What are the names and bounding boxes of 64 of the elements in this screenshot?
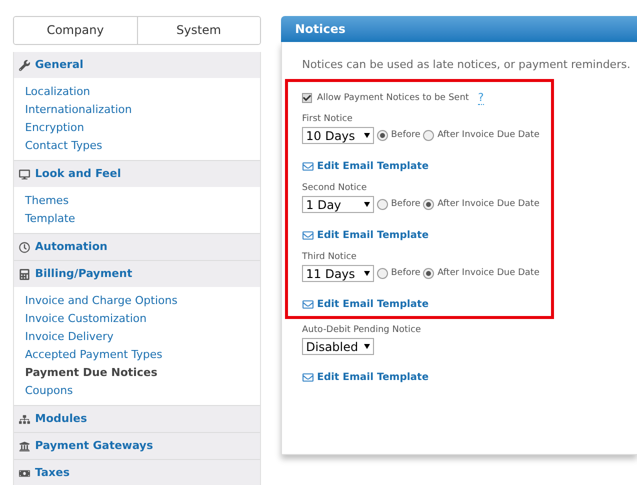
dropdown[interactable]: Disabled [302,338,374,355]
section-icon [19,168,30,180]
radio-label: After Invoice Due Date [437,198,540,211]
section-header[interactable]: Taxes [14,460,260,485]
sidebar-link[interactable]: Localization [25,83,90,101]
panel-header: Notices [281,16,637,42]
dropdown[interactable]: 1 Day [302,196,374,213]
edit-email-template-link[interactable]: Edit Email Template [317,228,429,243]
radio-button[interactable] [423,130,434,141]
radio-button[interactable] [377,130,388,141]
envelope-icon [302,299,314,310]
field-label: First Notice [302,113,354,125]
sidebar-link[interactable]: Themes [25,192,69,210]
section-header[interactable]: Look and Feel [14,161,260,187]
radio-button[interactable] [377,199,388,210]
section-icon [19,268,30,280]
sidebar-link[interactable]: Contact Types [25,137,102,155]
sidebar-link[interactable]: Invoice Delivery [25,328,114,346]
section-icon [19,242,30,252]
section-icon [19,440,30,452]
envelope-icon [302,161,314,172]
checkbox[interactable] [302,93,312,104]
section-icon [19,414,30,424]
section-header[interactable]: Payment Gateways [14,433,260,459]
section-icon [19,468,30,478]
sidebar-link[interactable]: Template [25,210,76,228]
panel-body: Notices can be used as late notices, or payment reminders. Allow Payment Notices to be Sent ? First Notice 10 Days Before After Invoice Due Date Edit Email Template Second Notice 1 Day Before After Invoice Due Date Edit Email Template Third Notice 11 Days Before After Invoice Due Date Edit Email Template Auto-Debit Pending Notice Disabled Edit Email Template [281,42,637,455]
sidebar-link[interactable]: Coupons [25,382,73,400]
section-icon [19,60,30,70]
edit-email-template-link[interactable]: Edit Email Template [317,370,429,385]
sidebar-link[interactable]: Payment Due Notices [25,364,158,382]
radio-button[interactable] [423,199,434,210]
sidebar-link[interactable]: Accepted Payment Types [25,346,162,364]
envelope-icon [302,230,314,241]
section-header[interactable]: Automation [14,234,260,260]
help-link[interactable]: ? [478,92,484,105]
tab[interactable]: System [136,17,260,44]
edit-email-template-link[interactable]: Edit Email Template [317,159,429,174]
sidebar-link[interactable]: Invoice and Charge Options [25,292,178,310]
caret-icon [364,202,370,207]
radio-label: Before [391,198,420,211]
field-label: Second Notice [302,182,368,194]
radio-button[interactable] [377,268,388,279]
field-label: Auto-Debit Pending Notice [302,324,422,336]
section-header[interactable]: Billing/Payment [14,261,260,287]
sidebar-link[interactable]: Invoice Customization [25,310,147,328]
dropdown[interactable]: 10 Days [302,127,374,144]
sidebar-link[interactable]: Encryption [25,119,84,137]
dropdown[interactable]: 11 Days [302,265,374,282]
section-header[interactable]: General [14,52,260,78]
radio-label: Before [391,266,420,280]
checkbox-label: Allow Payment Notices to be Sent [317,92,469,104]
caret-icon [364,133,370,138]
edit-email-template-link[interactable]: Edit Email Template [317,297,429,312]
radio-label: After Invoice Due Date [437,266,540,280]
radio-label: Before [391,128,420,142]
field-label: Third Notice [302,251,358,263]
caret-icon [364,271,370,276]
caret-icon [364,344,370,349]
radio-button[interactable] [423,268,434,279]
section-header[interactable]: Modules [14,406,260,432]
envelope-icon [302,372,314,383]
sidebar-link[interactable]: Internationalization [25,101,132,119]
radio-label: After Invoice Due Date [437,128,540,142]
